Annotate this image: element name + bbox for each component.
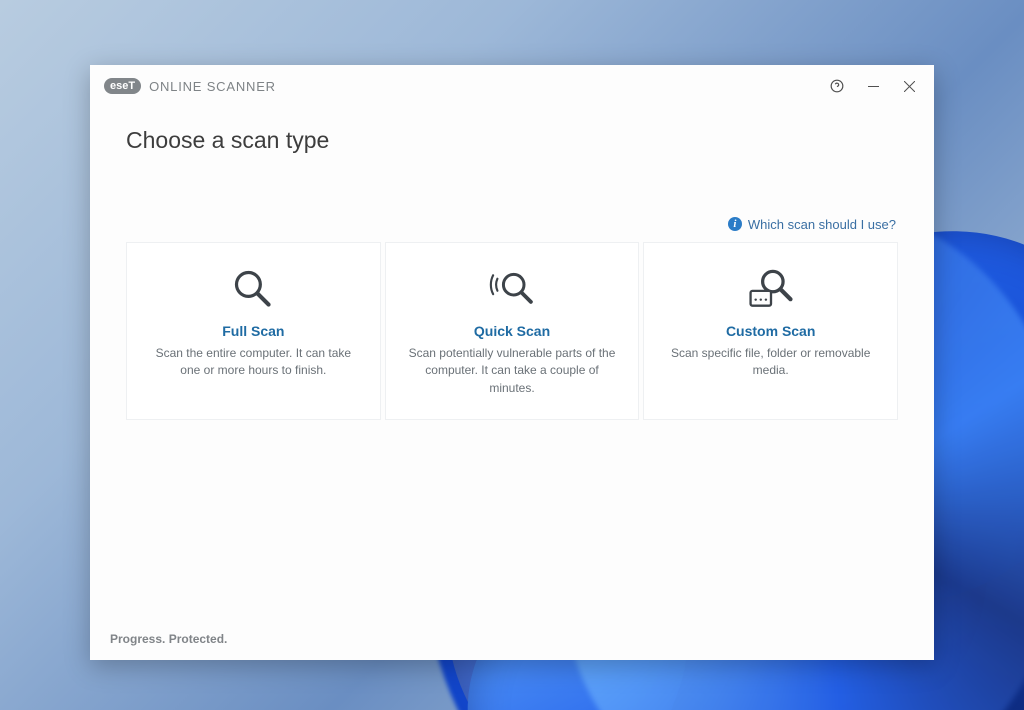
card-desc: Scan the entire computer. It can take on… bbox=[145, 345, 362, 380]
card-desc: Scan specific file, folder or removable … bbox=[662, 345, 879, 380]
quick-scan-card[interactable]: Quick Scan Scan potentially vulnerable p… bbox=[385, 242, 640, 420]
help-icon bbox=[830, 79, 844, 93]
help-link-row: i Which scan should I use? bbox=[126, 214, 898, 232]
logo-text: ONLINE SCANNER bbox=[149, 79, 276, 94]
help-link-label: Which scan should I use? bbox=[748, 217, 896, 232]
content-area: Choose a scan type i Which scan should I… bbox=[90, 107, 934, 618]
card-title: Full Scan bbox=[145, 323, 362, 339]
magnifier-quick-icon bbox=[404, 263, 621, 315]
magnifier-custom-icon bbox=[662, 263, 879, 315]
titlebar: eseT ONLINE SCANNER bbox=[90, 65, 934, 107]
which-scan-help-link[interactable]: i Which scan should I use? bbox=[728, 217, 896, 232]
custom-scan-card[interactable]: Custom Scan Scan specific file, folder o… bbox=[643, 242, 898, 420]
minimize-button[interactable] bbox=[856, 72, 890, 100]
window-controls bbox=[820, 72, 926, 100]
page-title: Choose a scan type bbox=[126, 127, 898, 154]
help-button[interactable] bbox=[820, 72, 854, 100]
close-button[interactable] bbox=[892, 72, 926, 100]
card-desc: Scan potentially vulnerable parts of the… bbox=[404, 345, 621, 397]
app-logo: eseT ONLINE SCANNER bbox=[104, 78, 276, 94]
magnifier-icon bbox=[145, 263, 362, 315]
scan-type-cards: Full Scan Scan the entire computer. It c… bbox=[126, 242, 898, 420]
app-window: eseT ONLINE SCANNER Choose a scan type i… bbox=[90, 65, 934, 660]
minimize-icon bbox=[868, 81, 879, 92]
card-title: Custom Scan bbox=[662, 323, 879, 339]
close-icon bbox=[904, 81, 915, 92]
info-icon: i bbox=[728, 217, 742, 231]
footer-tagline: Progress. Protected. bbox=[90, 618, 934, 660]
card-title: Quick Scan bbox=[404, 323, 621, 339]
logo-badge: eseT bbox=[104, 78, 141, 94]
full-scan-card[interactable]: Full Scan Scan the entire computer. It c… bbox=[126, 242, 381, 420]
